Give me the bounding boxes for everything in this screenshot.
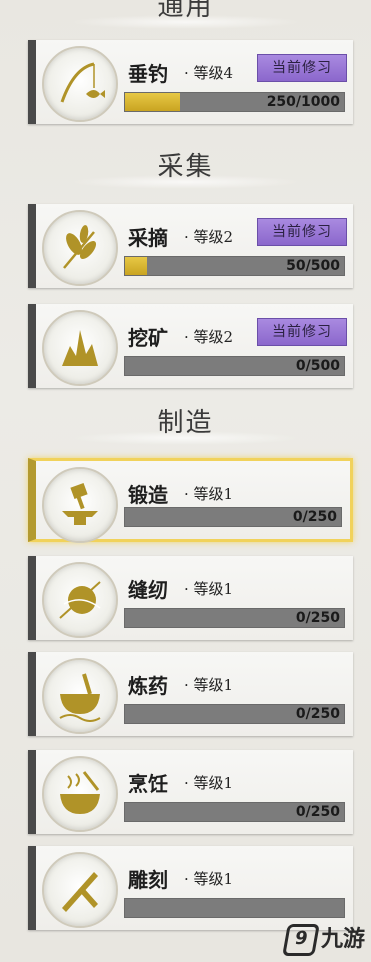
progress-bar: 0/250 xyxy=(124,704,345,724)
skill-name: 缝纫 xyxy=(128,578,168,602)
skill-level: · 等级1 xyxy=(184,774,234,792)
carving-icon xyxy=(42,852,118,928)
progress-text: 0/250 xyxy=(292,509,337,525)
current-practice-badge[interactable]: 当前修习 xyxy=(257,318,347,346)
skill-level: · 等级1 xyxy=(184,580,234,598)
skill-card-fishing[interactable]: 垂钓 · 等级4 当前修习 250/1000 xyxy=(28,40,353,124)
current-practice-badge[interactable]: 当前修习 xyxy=(257,218,347,246)
progress-text: 0/250 xyxy=(295,706,340,722)
skill-card-cooking[interactable]: 烹饪 · 等级1 0/250 xyxy=(28,750,353,834)
skill-name: 垂钓 xyxy=(128,62,168,86)
progress-bar: 0/250 xyxy=(124,507,342,527)
progress-bar: 0/500 xyxy=(124,356,345,376)
herb-icon xyxy=(42,210,118,286)
skill-name: 雕刻 xyxy=(128,868,168,892)
watermark-text: 九游 xyxy=(320,927,365,952)
skill-card-mining[interactable]: 挖矿 · 等级2 当前修习 0/500 xyxy=(28,304,353,388)
mining-icon xyxy=(42,310,118,386)
cooking-icon xyxy=(42,756,118,832)
section-title-gather: 采集 xyxy=(0,146,371,189)
skill-level: · 等级1 xyxy=(184,485,234,503)
skill-card-forging[interactable]: 锻造 · 等级1 0/250 xyxy=(28,458,353,543)
skill-card-picking[interactable]: 采摘 · 等级2 当前修习 50/500 xyxy=(28,204,353,288)
progress-bar: 250/1000 xyxy=(124,92,345,112)
watermark-logo-icon: 9 xyxy=(282,924,320,956)
progress-fill xyxy=(125,93,180,111)
mortar-icon xyxy=(42,658,118,734)
current-practice-badge[interactable]: 当前修习 xyxy=(257,54,347,82)
skill-card-carving[interactable]: 雕刻 · 等级1 xyxy=(28,846,353,930)
skill-name: 烹饪 xyxy=(128,772,168,796)
skill-name: 采摘 xyxy=(128,226,168,250)
anvil-icon xyxy=(42,467,118,543)
skill-level: · 等级2 xyxy=(184,228,234,246)
skill-level: · 等级1 xyxy=(184,870,234,888)
skill-level: · 等级1 xyxy=(184,676,234,694)
fishing-icon xyxy=(42,46,118,122)
progress-bar: 50/500 xyxy=(124,256,345,276)
progress-bar: 0/250 xyxy=(124,608,345,628)
watermark: 9 九游 xyxy=(282,921,365,956)
section-title-general: 通用 xyxy=(0,0,371,29)
progress-text: 50/500 xyxy=(286,258,340,274)
skill-name: 锻造 xyxy=(128,483,168,507)
progress-fill xyxy=(125,257,147,275)
progress-text: 0/500 xyxy=(295,358,340,374)
section-title-craft: 制造 xyxy=(0,402,371,445)
progress-text: 0/250 xyxy=(295,804,340,820)
skill-card-alchemy[interactable]: 炼药 · 等级1 0/250 xyxy=(28,652,353,736)
progress-bar: 0/250 xyxy=(124,802,345,822)
skill-card-sewing[interactable]: 缝纫 · 等级1 0/250 xyxy=(28,556,353,640)
skill-name: 挖矿 xyxy=(128,326,168,350)
progress-text: 0/250 xyxy=(295,610,340,626)
skill-level: · 等级2 xyxy=(184,328,234,346)
skill-name: 炼药 xyxy=(128,674,168,698)
progress-bar xyxy=(124,898,345,918)
sewing-icon xyxy=(42,562,118,638)
progress-text: 250/1000 xyxy=(266,94,340,110)
skill-level: · 等级4 xyxy=(184,64,234,82)
